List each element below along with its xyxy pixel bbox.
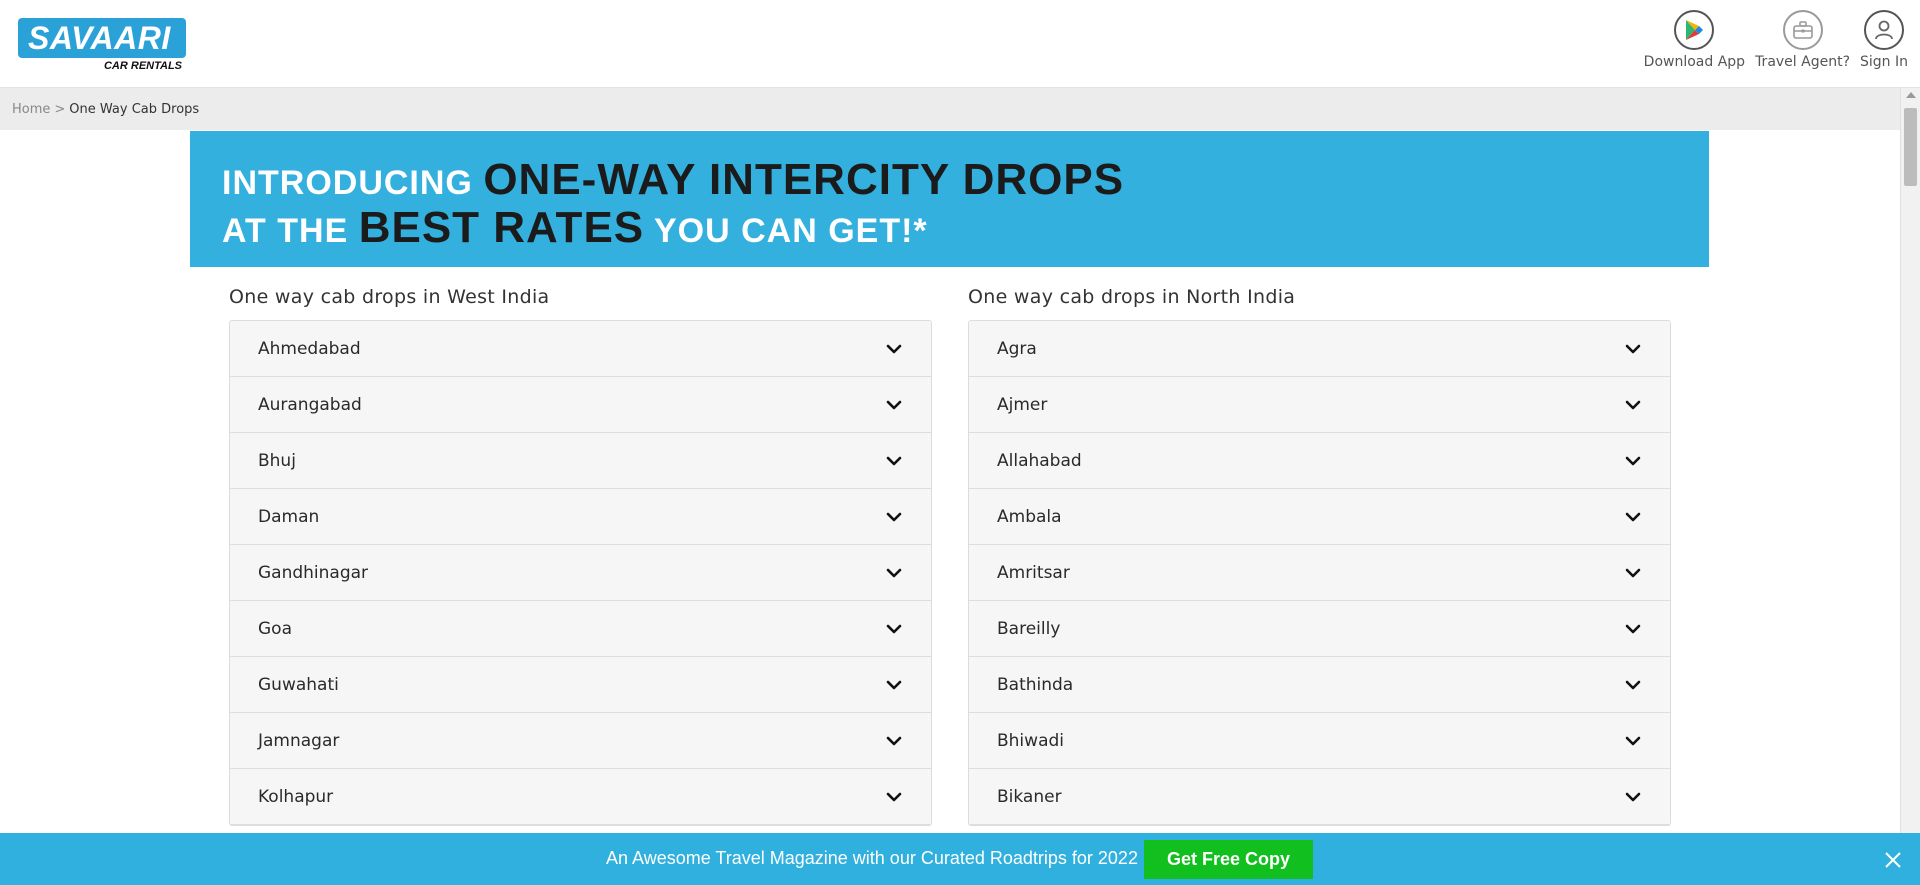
city-name: Agra [997, 338, 1037, 359]
chevron-down-icon[interactable] [1624, 732, 1642, 750]
city-name: Aurangabad [258, 394, 362, 415]
banner-line-2: AT THE BEST RATES YOU CAN GET!* [222, 203, 928, 253]
banner-highlight: BEST RATES [358, 203, 645, 252]
briefcase-icon [1782, 10, 1823, 50]
banner-line-1: INTRODUCING ONE-WAY INTERCITY DROPS [222, 155, 1124, 205]
chevron-down-icon[interactable] [885, 676, 903, 694]
logo-tagline: CAR RENTALS [103, 60, 182, 72]
download-app-label: Download App [1643, 54, 1746, 70]
city-name: Allahabad [997, 450, 1082, 471]
city-name: Jamnagar [258, 730, 340, 751]
city-name: Daman [258, 506, 320, 527]
close-icon[interactable] [1882, 849, 1904, 871]
city-accordion-item[interactable]: Allahabad [969, 433, 1670, 489]
city-accordion-item[interactable]: Bareilly [969, 601, 1670, 657]
promo-banner: INTRODUCING ONE-WAY INTERCITY DROPS AT T… [190, 131, 1709, 267]
chevron-down-icon[interactable] [885, 340, 903, 358]
chevron-down-icon[interactable] [1624, 340, 1642, 358]
chevron-down-icon[interactable] [885, 564, 903, 582]
chevron-down-icon[interactable] [885, 620, 903, 638]
user-icon [1864, 10, 1904, 50]
city-accordion-item[interactable]: Guwahati [230, 657, 931, 713]
city-accordion-item[interactable]: Ahmedabad [230, 321, 931, 377]
city-accordion-item[interactable]: Ambala [969, 489, 1670, 545]
city-accordion-item[interactable]: Agra [969, 321, 1670, 377]
chevron-down-icon[interactable] [885, 732, 903, 750]
city-accordion-item[interactable]: Bhuj [230, 433, 931, 489]
city-accordion-item[interactable]: Goa [230, 601, 931, 657]
city-name: Ajmer [997, 394, 1048, 415]
city-accordion-item[interactable]: Bhiwadi [969, 713, 1670, 769]
banner-text: YOU CAN GET!* [644, 212, 928, 250]
city-name: Bareilly [997, 618, 1061, 639]
west-city-list: Ahmedabad Aurangabad Bhuj Daman Gandhinagar G… [229, 320, 932, 826]
chevron-down-icon[interactable] [1624, 676, 1642, 694]
chevron-down-icon[interactable] [1624, 508, 1642, 526]
west-india-section: One way cab drops in West India Ahmedaba… [229, 286, 932, 826]
chevron-down-icon[interactable] [885, 452, 903, 470]
page-scrollbar[interactable] [1900, 88, 1920, 885]
play-store-icon [1674, 10, 1715, 50]
scroll-thumb[interactable] [1904, 108, 1917, 186]
chevron-down-icon[interactable] [1624, 788, 1642, 806]
banner-text: INTRODUCING [222, 164, 484, 202]
city-accordion-item[interactable]: Bathinda [969, 657, 1670, 713]
north-city-list: Agra Ajmer Allahabad Ambala Amritsar Bareilly… [968, 320, 1671, 826]
breadcrumb: Home > One Way Cab Drops [0, 88, 1900, 130]
get-free-copy-button[interactable]: Get Free Copy [1144, 840, 1313, 879]
city-accordion-item[interactable]: Kolhapur [230, 769, 931, 825]
city-name: Ahmedabad [258, 338, 361, 359]
city-accordion-item[interactable]: Gandhinagar [230, 545, 931, 601]
chevron-down-icon[interactable] [1624, 564, 1642, 582]
breadcrumb-separator: > [54, 101, 66, 117]
logo-wordmark: SAVAARI [28, 20, 171, 56]
banner-highlight: ONE-WAY INTERCITY DROPS [483, 155, 1125, 204]
chevron-down-icon[interactable] [1624, 452, 1642, 470]
chevron-down-icon[interactable] [885, 788, 903, 806]
city-accordion-item[interactable]: Aurangabad [230, 377, 931, 433]
north-india-title: One way cab drops in North India [968, 286, 1296, 308]
savaari-logo[interactable]: SAVAARI CAR RENTALS [18, 18, 186, 74]
city-accordion-item[interactable]: Jamnagar [230, 713, 931, 769]
header-actions: Download App Travel Agent? Sign In [1644, 10, 1908, 76]
city-name: Guwahati [258, 674, 339, 695]
travel-agent-link[interactable]: Travel Agent? [1755, 10, 1850, 76]
chevron-down-icon[interactable] [1624, 620, 1642, 638]
city-name: Gandhinagar [258, 562, 369, 583]
chevron-down-icon[interactable] [885, 396, 903, 414]
site-header: SAVAARI CAR RENTALS Download App Travel … [0, 0, 1920, 88]
city-name: Bikaner [997, 786, 1062, 807]
magazine-promo-bar: An Awesome Travel Magazine with our Cura… [0, 833, 1920, 885]
city-accordion-item[interactable]: Daman [230, 489, 931, 545]
logo-badge: SAVAARI [18, 18, 186, 58]
sign-in-label: Sign In [1860, 54, 1908, 70]
city-accordion-item[interactable]: Amritsar [969, 545, 1670, 601]
city-name: Bathinda [997, 674, 1074, 695]
west-india-title: One way cab drops in West India [229, 286, 550, 308]
city-name: Bhiwadi [997, 730, 1064, 751]
city-name: Goa [258, 618, 292, 639]
sign-in-link[interactable]: Sign In [1860, 10, 1908, 76]
promo-text: An Awesome Travel Magazine with our Cura… [606, 848, 1138, 868]
banner-text: AT THE [222, 212, 359, 250]
city-name: Ambala [997, 506, 1062, 527]
city-name: Bhuj [258, 450, 296, 471]
city-name: Kolhapur [258, 786, 334, 807]
scroll-up-arrow-icon[interactable] [1906, 92, 1916, 98]
chevron-down-icon[interactable] [1624, 396, 1642, 414]
download-app-link[interactable]: Download App [1644, 10, 1745, 76]
breadcrumb-home-link[interactable]: Home [12, 102, 50, 117]
city-accordion-item[interactable]: Ajmer [969, 377, 1670, 433]
travel-agent-label: Travel Agent? [1755, 54, 1850, 70]
chevron-down-icon[interactable] [885, 508, 903, 526]
city-accordion-item[interactable]: Bikaner [969, 769, 1670, 825]
north-india-section: One way cab drops in North India Agra Ajm… [968, 286, 1671, 826]
city-name: Amritsar [997, 562, 1070, 583]
breadcrumb-current: One Way Cab Drops [69, 101, 200, 117]
